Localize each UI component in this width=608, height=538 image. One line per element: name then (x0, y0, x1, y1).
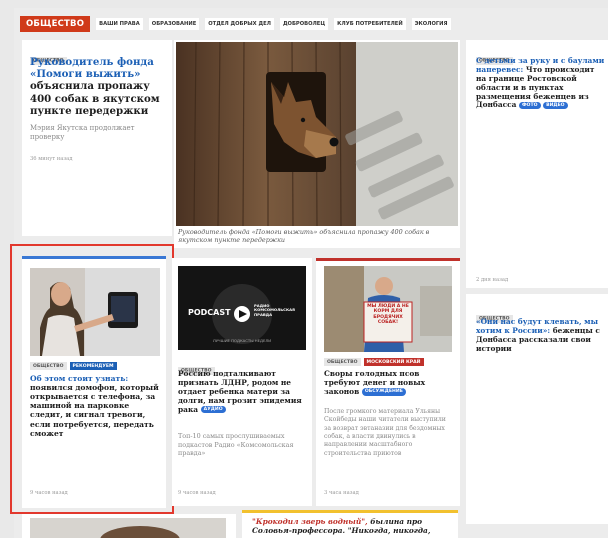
main-article-image-card[interactable]: Руководитель фонда «Помоги выжить» объяс… (174, 40, 460, 248)
nav-item-consumers[interactable]: КЛУБ ПОТРЕБИТЕЛЕЙ (334, 18, 406, 30)
main-article-title[interactable]: Руководитель фонда «Помоги выжить» объяс… (30, 56, 170, 117)
podcast-article-title[interactable]: Россию подталкивают признать ЛДНР, родом… (178, 369, 308, 414)
side-article-1-title[interactable]: С детьми за руку и с баулами наперевес: … (476, 56, 606, 110)
main-article-title-highlight[interactable]: Руководитель фонда «Помоги выжить» (30, 56, 154, 80)
main-article-time: 36 минут назад (30, 156, 73, 162)
radio-logo-line-3: ПРАВДА (254, 311, 273, 317)
dogs-article-lead: После громкого материала Ульяны Скойбеды… (324, 408, 446, 457)
bottom-article-title-highlight[interactable]: "Крокодил зверь водный", (252, 517, 368, 526)
section-title[interactable]: ОБЩЕСТВО (20, 16, 91, 32)
podcast-image-title: PODCAST (188, 308, 231, 317)
side-article-2-title[interactable]: «Они нас будут клевать, мы хотим к Росси… (476, 317, 606, 354)
main-article-title-rest[interactable]: объяснила пропажу 400 собак в якутском п… (30, 80, 160, 116)
dogs-article-tag[interactable]: ОБЩЕСТВО (324, 358, 361, 366)
podcast-image-subtitle: ЛУЧШИЕ ПОДКАСТЫ НЕДЕЛИ (212, 338, 272, 343)
audio-badge[interactable]: АУДИО (200, 405, 226, 414)
side-article-1-time: 2 дня назад (476, 277, 509, 283)
bottom-left-image-card[interactable] (22, 514, 236, 538)
protest-sign-text: МЫ ЛЮДИ А НЕ КОРМ ДЛЯ БРОДЯЧИХ СОБАК! (367, 304, 409, 325)
nav-item-rights[interactable]: ВАШИ ПРАВА (96, 18, 143, 30)
card-top-bar-red (316, 258, 460, 261)
photo-badge[interactable]: ФОТО (519, 101, 541, 110)
selection-highlight-box (10, 244, 174, 514)
podcast-article-lead: Топ-10 самых прослушиваемых подкастов Ра… (178, 432, 294, 458)
podcast-article-time: 9 часов назад (178, 490, 216, 496)
side-article-2-card[interactable]: ОБЩЕСТВО «Они нас будут клевать, мы хоти… (466, 294, 608, 524)
nav-item-ecology[interactable]: ЭКОЛОГИЯ (411, 18, 451, 30)
bottom-article-card[interactable]: "Крокодил зверь водный", былина про Соло… (242, 510, 458, 538)
section-nav: ОБЩЕСТВО ВАШИ ПРАВА ОБРАЗОВАНИЕ ОТДЕЛ ДО… (20, 14, 608, 34)
region-tag[interactable]: МОСКОВСКИЙ КРАЙ (363, 358, 424, 366)
side-article-1-card[interactable]: ОБЩЕСТВО С детьми за руку и с баулами на… (466, 40, 608, 288)
nav-item-volunteer[interactable]: ДОБРОВОЛЕЦ (279, 18, 329, 30)
main-article-image-caption[interactable]: Руководитель фонда «Помоги выжить» объяс… (178, 228, 456, 244)
bottom-photo[interactable] (30, 518, 226, 538)
podcast-article-card[interactable]: PODCAST РАДИО КОМСОМОЛЬСКАЯ ПРАВДА ЛУЧШИ… (172, 258, 312, 506)
main-article-lead: Мэрия Якутска продолжает проверку (30, 124, 135, 142)
podcast-article-title-text[interactable]: Россию подталкивают признать ЛДНР, родом… (178, 369, 302, 414)
dogs-article-card[interactable]: МЫ ЛЮДИ А НЕ КОРМ ДЛЯ БРОДЯЧИХ СОБАК! ОБ… (316, 258, 460, 506)
dogs-article-title[interactable]: Своры голодных псов требуют денег и новы… (324, 369, 456, 397)
dogs-article-time: 3 часа назад (324, 490, 359, 496)
podcast-image[interactable]: PODCAST РАДИО КОМСОМОЛЬСКАЯ ПРАВДА ЛУЧШИ… (178, 266, 306, 350)
dog-photo[interactable] (176, 42, 458, 226)
nav-item-good-deeds[interactable]: ОТДЕЛ ДОБРЫХ ДЕЛ (205, 18, 274, 30)
discussion-badge[interactable]: ОБСУЖДЕНИЕ (361, 388, 406, 396)
bottom-article-title[interactable]: "Крокодил зверь водный", былина про Соло… (252, 517, 452, 536)
video-badge[interactable]: ВИДЕО (543, 101, 568, 110)
radio-logo: РАДИО КОМСОМОЛЬСКАЯ ПРАВДА (254, 303, 295, 317)
main-article-card[interactable]: ОБЩЕСТВО Руководитель фонда «Помоги выжи… (22, 40, 172, 236)
nav-item-education[interactable]: ОБРАЗОВАНИЕ (148, 18, 200, 30)
